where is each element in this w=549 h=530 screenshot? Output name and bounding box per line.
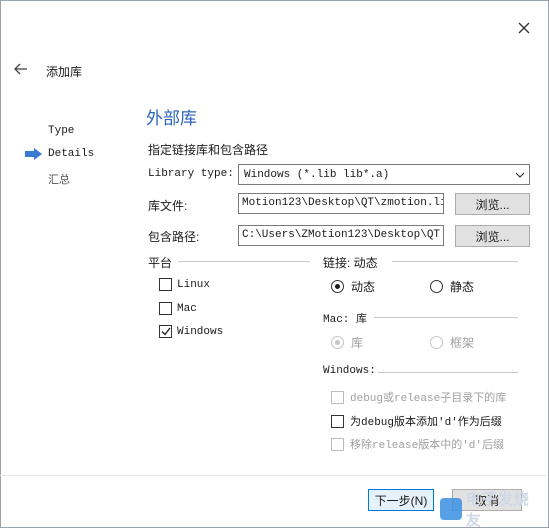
- windows-remove-d-suffix-label: 移除release版本中的'd'后缀: [350, 440, 505, 452]
- windows-group-title: Windows:: [323, 365, 376, 377]
- platform-windows-label: Windows: [177, 325, 224, 338]
- browse-library-button[interactable]: 浏览...: [455, 193, 530, 215]
- include-path-label: 包含路径:: [148, 230, 200, 244]
- mac-library-label: 库: [351, 336, 364, 350]
- footer-divider: [0, 475, 547, 476]
- next-button[interactable]: 下一步(N): [368, 489, 434, 511]
- watermark-icon: [440, 498, 462, 520]
- library-type-value: Windows (*.lib lib*.a): [244, 168, 390, 181]
- linking-dynamic-label: 动态: [351, 280, 376, 294]
- browse-include-button[interactable]: 浏览...: [455, 225, 530, 247]
- radio-circle: [331, 336, 344, 349]
- windows-subdir-checkbox[interactable]: debug或release子目录下的库: [331, 389, 506, 405]
- windows-divider: [378, 372, 518, 373]
- watermark-logo: 电子发烧友: [440, 491, 545, 529]
- radio-circle: [430, 280, 443, 293]
- linking-group-title: 链接: 动态: [323, 256, 378, 270]
- checkbox-box: [331, 414, 344, 428]
- check-icon: [161, 327, 171, 336]
- checkbox-box: [159, 325, 172, 338]
- library-type-label: Library type:: [148, 168, 234, 180]
- linking-dynamic-radio[interactable]: 动态: [331, 278, 375, 295]
- platform-linux-checkbox[interactable]: Linux: [159, 278, 210, 291]
- windows-add-d-suffix-checkbox[interactable]: 为debug版本添加'd'作为后缀: [331, 413, 502, 429]
- windows-remove-d-suffix-checkbox[interactable]: 移除release版本中的'd'后缀: [331, 436, 504, 452]
- platform-divider: [178, 261, 310, 262]
- page-heading: 外部库: [146, 109, 197, 128]
- linking-divider: [392, 261, 518, 262]
- step-summary: 汇总: [48, 174, 70, 186]
- mac-framework-label: 框架: [450, 336, 475, 350]
- radio-circle: [430, 336, 443, 349]
- back-arrow-icon: [14, 63, 27, 75]
- linking-static-radio[interactable]: 静态: [430, 278, 474, 295]
- platform-mac-label: Mac: [177, 302, 197, 315]
- checkbox-box: [331, 437, 344, 451]
- checkbox-box: [159, 278, 172, 291]
- mac-divider: [374, 317, 518, 318]
- library-type-dropdown[interactable]: Windows (*.lib lib*.a): [238, 164, 530, 185]
- include-path-input[interactable]: C:\Users\ZMotion123\Desktop\QT: [238, 225, 444, 246]
- close-icon: [518, 22, 530, 34]
- step-details: Details: [48, 148, 95, 160]
- checkbox-box: [159, 302, 172, 315]
- watermark-text: 电子发烧友: [465, 491, 530, 529]
- platform-linux-label: Linux: [177, 278, 211, 291]
- wizard-title: 添加库: [46, 65, 83, 79]
- back-button[interactable]: [10, 58, 32, 80]
- linking-static-label: 静态: [450, 280, 475, 294]
- page-subtitle: 指定链接库和包含路径: [148, 143, 269, 157]
- checkbox-box: [331, 390, 344, 404]
- library-file-input[interactable]: Motion123\Desktop\QT\zmotion.lib: [238, 193, 444, 214]
- library-file-label: 库文件:: [148, 199, 188, 213]
- mac-library-radio[interactable]: 库: [331, 334, 363, 351]
- platform-windows-checkbox[interactable]: Windows: [159, 325, 223, 338]
- step-type: Type: [48, 125, 75, 137]
- windows-add-d-suffix-label: 为debug版本添加'd'作为后缀: [350, 417, 502, 429]
- radio-circle: [331, 280, 344, 293]
- close-button[interactable]: [510, 14, 538, 42]
- platform-group-title: 平台: [148, 256, 173, 270]
- active-step-arrow-icon: [25, 148, 42, 160]
- mac-group-title: Mac: 库: [323, 314, 368, 326]
- chevron-down-icon: [511, 165, 529, 184]
- platform-mac-checkbox[interactable]: Mac: [159, 302, 197, 315]
- windows-subdir-label: debug或release子目录下的库: [350, 393, 507, 405]
- mac-framework-radio[interactable]: 框架: [430, 334, 474, 351]
